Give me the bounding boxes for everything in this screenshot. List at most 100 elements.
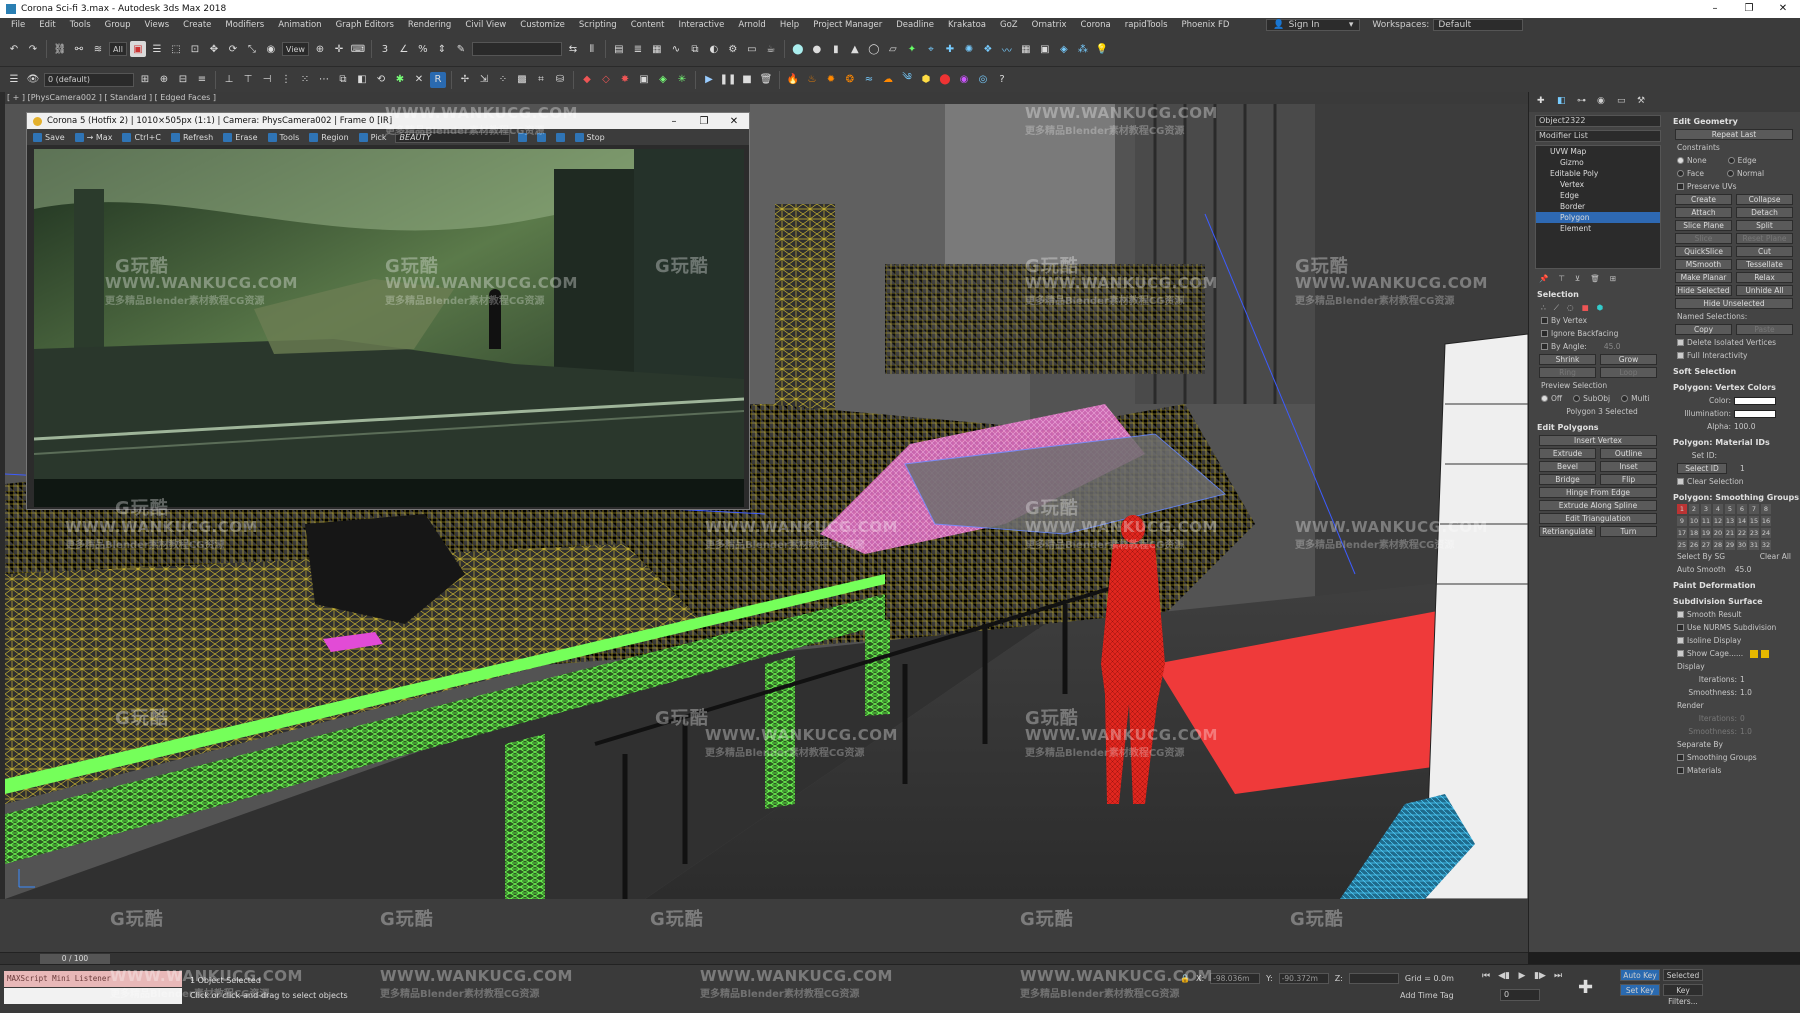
- scatter-icon[interactable]: ⁘: [495, 72, 511, 88]
- relax-button[interactable]: Relax: [1736, 272, 1793, 283]
- turn-button[interactable]: Turn: [1600, 526, 1657, 537]
- checkbox[interactable]: [1677, 478, 1684, 485]
- rollout-header[interactable]: Soft Selection: [1669, 366, 1799, 378]
- phoenix-force-icon[interactable]: ❂: [842, 72, 858, 88]
- systems-icon[interactable]: ❖: [980, 41, 996, 57]
- key-mode-icon[interactable]: ✚: [1578, 977, 1593, 998]
- checkbox[interactable]: [1677, 339, 1684, 346]
- menu-content[interactable]: Content: [624, 20, 672, 30]
- rollout-header[interactable]: Edit Geometry: [1669, 116, 1799, 128]
- add-to-layer-icon[interactable]: ⊕: [156, 72, 172, 88]
- sign-in-dropdown[interactable]: 👤 Sign In ▾: [1266, 19, 1361, 31]
- selection-filter-dropdown[interactable]: All: [109, 42, 127, 56]
- named-selection-dropdown[interactable]: [471, 42, 562, 56]
- menu-ornatrix[interactable]: Ornatrix: [1025, 20, 1074, 30]
- vfb-maximize-button[interactable]: ❐: [689, 116, 719, 127]
- place-icon[interactable]: ◉: [263, 41, 279, 57]
- go-to-end-icon[interactable]: ⏭: [1552, 971, 1564, 981]
- play-icon[interactable]: ▶: [701, 72, 717, 88]
- menu-corona[interactable]: Corona: [1073, 20, 1117, 30]
- rollout-header[interactable]: Subdivision Surface: [1669, 596, 1799, 608]
- attach-button[interactable]: Attach: [1675, 207, 1732, 218]
- tessellate-button[interactable]: Tessellate: [1736, 259, 1793, 270]
- torus-icon[interactable]: ◯: [866, 41, 882, 57]
- select-layer-icon[interactable]: ⊟: [175, 72, 191, 88]
- vfb-close-button[interactable]: ✕: [719, 116, 749, 127]
- vertex-mode-icon[interactable]: ∴: [1541, 303, 1546, 312]
- menu-modifiers[interactable]: Modifiers: [218, 20, 271, 30]
- camera-icon[interactable]: ⌖: [923, 41, 939, 57]
- snaps-toggle-icon[interactable]: 3: [377, 41, 393, 57]
- stack-item[interactable]: Element: [1536, 223, 1660, 234]
- bind-space-warp-icon[interactable]: ≋: [90, 41, 106, 57]
- geometry-icon[interactable]: ⬤: [790, 41, 806, 57]
- reference-coord-dropdown[interactable]: View: [281, 42, 309, 56]
- configure-sets-icon[interactable]: ⊞: [1610, 274, 1616, 283]
- object-name-field[interactable]: Object2322: [1535, 115, 1661, 127]
- snapshot-icon[interactable]: ◧: [354, 72, 370, 88]
- maxscript-output[interactable]: [4, 988, 182, 1004]
- sg-button[interactable]: 12: [1713, 516, 1723, 526]
- vfb-refresh-button[interactable]: Refresh: [169, 132, 215, 142]
- distribute-icon[interactable]: ⋮: [278, 72, 294, 88]
- modifier-list-dropdown[interactable]: Modifier List: [1535, 130, 1661, 142]
- menu-file[interactable]: File: [4, 20, 32, 30]
- move-icon[interactable]: ✥: [206, 41, 222, 57]
- radio-edge[interactable]: [1727, 157, 1735, 164]
- corona-render-icon[interactable]: ◆: [579, 72, 595, 88]
- select-object-icon[interactable]: ▣: [129, 41, 146, 57]
- scale-icon[interactable]: ⤡: [244, 41, 260, 57]
- sg-button[interactable]: 21: [1725, 528, 1735, 538]
- vfb-stop-button[interactable]: Stop: [573, 132, 607, 142]
- slice-button[interactable]: Slice: [1675, 233, 1732, 244]
- slice-plane-button[interactable]: Slice Plane: [1675, 220, 1732, 231]
- phoenix-texture-icon[interactable]: ◉: [956, 72, 972, 88]
- undo-icon[interactable]: ↶: [6, 41, 22, 57]
- lock-icon[interactable]: 🔒: [1180, 974, 1190, 983]
- show-end-result-icon[interactable]: ⊤: [1558, 274, 1565, 283]
- phoenix-liquid-icon[interactable]: ♨: [804, 72, 820, 88]
- rotate-tool-icon[interactable]: ⟲: [373, 72, 389, 88]
- sg-button[interactable]: 20: [1713, 528, 1723, 538]
- select-manipulate-icon[interactable]: ✛: [331, 41, 347, 57]
- vfb-copy-button[interactable]: Ctrl+C: [120, 132, 163, 142]
- pivot-center-icon[interactable]: ⊕: [312, 41, 328, 57]
- previous-frame-icon[interactable]: ◀▮: [1498, 971, 1510, 981]
- render-production-icon[interactable]: ☕: [763, 41, 779, 57]
- checkbox[interactable]: [1677, 352, 1684, 359]
- sg-button[interactable]: 1: [1677, 504, 1687, 514]
- iterations-spinner[interactable]: 1: [1740, 675, 1745, 684]
- sg-button[interactable]: 15: [1749, 516, 1759, 526]
- full-interactivity-row[interactable]: Full Interactivity: [1669, 349, 1799, 362]
- menu-goz[interactable]: GoZ: [993, 20, 1025, 30]
- radio-off[interactable]: [1541, 395, 1548, 402]
- time-slider-bar[interactable]: 0 / 100: [0, 952, 1528, 964]
- reset-plane-button[interactable]: Reset Plane: [1736, 233, 1793, 244]
- bevel-button[interactable]: Bevel: [1539, 461, 1596, 472]
- spline-icon[interactable]: 〰: [999, 41, 1015, 57]
- utilities-tab-icon[interactable]: ⚒: [1637, 96, 1649, 108]
- menu-civil-view[interactable]: Civil View: [458, 20, 513, 30]
- create-button[interactable]: Create: [1675, 194, 1732, 205]
- layer-explorer-icon[interactable]: ≣: [630, 41, 646, 57]
- select-id-button[interactable]: Select ID: [1677, 463, 1727, 474]
- curve-editor-icon[interactable]: ∿: [668, 41, 684, 57]
- checker-icon[interactable]: ▩: [514, 72, 530, 88]
- collapse-button[interactable]: Collapse: [1736, 194, 1793, 205]
- create-tab-icon[interactable]: ✚: [1537, 96, 1549, 108]
- vfb-minimize-button[interactable]: –: [659, 116, 689, 127]
- hierarchy-tab-icon[interactable]: ⊶: [1577, 96, 1589, 108]
- grid-icon[interactable]: ▦: [1018, 41, 1034, 57]
- sg-button[interactable]: 26: [1689, 540, 1699, 550]
- close-button[interactable]: ✕: [1766, 0, 1800, 18]
- sg-button[interactable]: 24: [1761, 528, 1771, 538]
- clear-all-button[interactable]: Clear All: [1760, 552, 1791, 561]
- corona-proxy-icon[interactable]: ◈: [655, 72, 671, 88]
- pick-tool-icon[interactable]: ⇲: [476, 72, 492, 88]
- phoenix-sim-icon[interactable]: ⬢: [918, 72, 934, 88]
- align-y-icon[interactable]: ⊤: [240, 72, 256, 88]
- sg-button[interactable]: 13: [1725, 516, 1735, 526]
- ring-button[interactable]: Ring: [1539, 367, 1596, 378]
- hide-selected-button[interactable]: Hide Selected: [1675, 285, 1732, 296]
- smoothing-groups-row[interactable]: Smoothing Groups: [1669, 751, 1799, 764]
